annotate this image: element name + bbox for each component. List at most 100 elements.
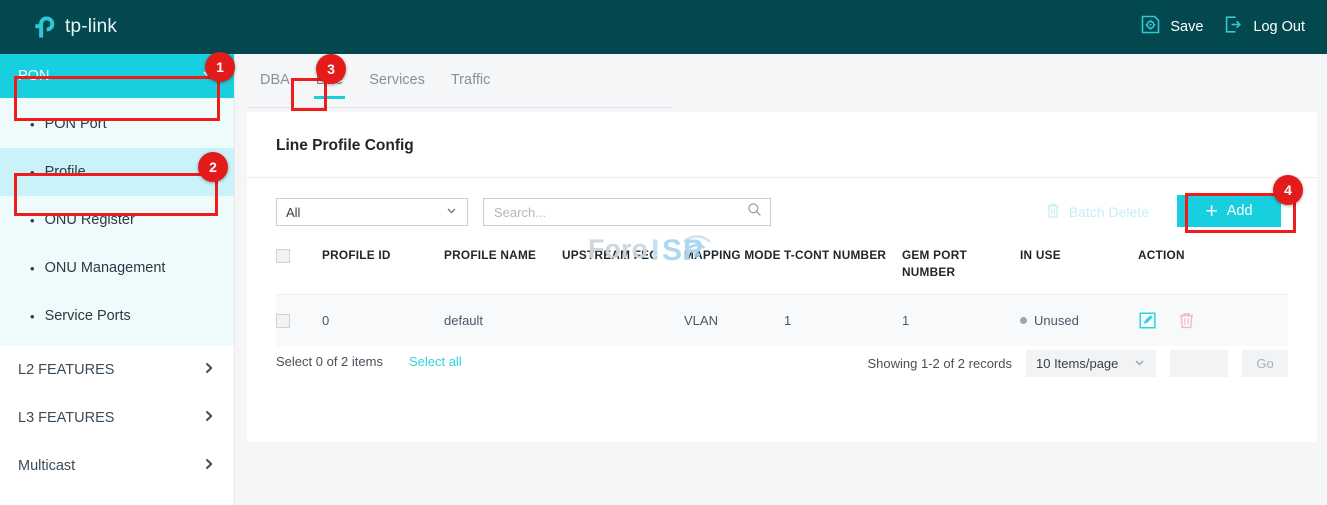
go-button[interactable]: Go — [1242, 350, 1288, 377]
filter-select[interactable]: All — [276, 198, 468, 226]
sidebar-group-label: L3 FEATURES — [18, 410, 114, 426]
page-size-select[interactable]: 10 Items/page — [1026, 350, 1156, 377]
sidebar-item-label: Profile — [45, 164, 86, 180]
save-button[interactable]: Save — [1140, 14, 1203, 40]
sidebar-item-label: Service Ports — [45, 308, 131, 324]
table-footer-right: Showing 1-2 of 2 records 10 Items/page G… — [867, 350, 1288, 377]
row-select-cell — [276, 295, 322, 347]
column-mapping-mode: MAPPING MODE — [684, 247, 784, 295]
sidebar-item-label: PON Port — [45, 116, 107, 132]
bullet-icon: • — [30, 310, 35, 323]
search-icon[interactable] — [747, 202, 762, 222]
column-upstream-fec: UPSTREAM FEC — [562, 247, 684, 295]
chevron-right-icon — [202, 361, 216, 379]
sidebar-sub-items: • PON Port • Profile • ONU Register • ON… — [0, 98, 234, 346]
annotation-badge-1: 1 — [205, 52, 235, 82]
column-profile-id: PROFILE ID — [322, 247, 444, 295]
sidebar-item-label: ONU Register — [45, 212, 135, 228]
cell-in-use: Unused — [1020, 295, 1138, 347]
table-header: PROFILE ID PROFILE NAME UPSTREAM FEC MAP… — [276, 247, 1288, 295]
status-dot-icon — [1020, 317, 1027, 324]
line-profile-table: PROFILE ID PROFILE NAME UPSTREAM FEC MAP… — [276, 247, 1288, 346]
filter-select-value: All — [286, 205, 300, 220]
logout-label: Log Out — [1253, 19, 1305, 35]
search-field[interactable] — [483, 198, 771, 226]
select-all-header — [276, 247, 322, 295]
tplink-logo-icon — [32, 14, 58, 40]
edit-icon[interactable] — [1138, 311, 1157, 330]
bullet-icon: • — [30, 166, 35, 179]
table-row[interactable]: 0 default VLAN 1 1 Unused — [276, 295, 1288, 347]
cell-mapping-mode: VLAN — [684, 295, 784, 347]
tabs-underline-rule — [247, 107, 672, 108]
sidebar-group-label: L2 FEATURES — [18, 362, 114, 378]
tab-list: DBA Line Services Traffic — [247, 72, 503, 99]
select-all-link[interactable]: Select all — [409, 354, 462, 369]
search-input[interactable] — [494, 205, 729, 220]
save-disk-gear-icon — [1140, 14, 1161, 40]
plus-icon: + — [1205, 201, 1217, 222]
table-body: 0 default VLAN 1 1 Unused — [276, 295, 1288, 347]
chevron-down-icon — [445, 204, 458, 220]
row-checkbox[interactable] — [276, 314, 290, 328]
cell-gem-port-number: 1 — [902, 295, 1020, 347]
table-header-row: PROFILE ID PROFILE NAME UPSTREAM FEC MAP… — [276, 247, 1288, 295]
annotation-badge-2: 2 — [198, 152, 228, 182]
logout-button[interactable]: Log Out — [1223, 14, 1305, 40]
column-gem-port-number: GEM PORT NUMBER — [902, 247, 1020, 295]
add-button[interactable]: + Add — [1177, 195, 1281, 227]
line-profile-card: Line Profile Config All — [247, 112, 1317, 442]
save-label: Save — [1170, 19, 1203, 35]
tab-services[interactable]: Services — [356, 72, 438, 99]
sidebar-group-multicast[interactable]: Multicast — [0, 442, 234, 490]
page-size-value: 10 Items/page — [1036, 356, 1118, 371]
batch-delete-button[interactable]: Batch Delete — [1045, 202, 1149, 222]
sidebar-group-label: Multicast — [18, 458, 75, 474]
trash-icon — [1045, 202, 1061, 222]
select-count-label: Select 0 of 2 items — [276, 354, 383, 369]
column-in-use: IN USE — [1020, 247, 1138, 295]
cell-profile-id: 0 — [322, 295, 444, 347]
chevron-right-icon — [202, 409, 216, 427]
chevron-right-icon — [202, 457, 216, 475]
sidebar-pon-group[interactable]: PON — [0, 54, 234, 98]
select-all-checkbox[interactable] — [276, 249, 290, 263]
column-profile-name: PROFILE NAME — [444, 247, 562, 295]
table-footer-left: Select 0 of 2 items Select all — [276, 354, 462, 369]
brand-logo[interactable]: tp-link — [32, 14, 117, 40]
tabs-bar: DBA Line Services Traffic — [235, 54, 1327, 110]
batch-delete-label: Batch Delete — [1069, 204, 1149, 220]
card-divider — [247, 177, 1317, 178]
cell-profile-name: default — [444, 295, 562, 347]
showing-records-label: Showing 1-2 of 2 records — [867, 356, 1012, 371]
page-number-input[interactable] — [1170, 350, 1228, 377]
annotation-badge-3: 3 — [316, 54, 346, 84]
logout-arrow-icon — [1223, 14, 1244, 40]
page-title: Line Profile Config — [276, 137, 414, 155]
add-label: Add — [1227, 203, 1253, 219]
bullet-icon: • — [30, 214, 35, 227]
top-header-bar: tp-link Save — [0, 0, 1327, 54]
sidebar-group-l3-features[interactable]: L3 FEATURES — [0, 394, 234, 442]
annotation-badge-4: 4 — [1273, 175, 1303, 205]
sidebar-item-service-ports[interactable]: • Service Ports — [0, 292, 234, 340]
column-tcont-number: T-CONT NUMBER — [784, 247, 902, 295]
tab-dba[interactable]: DBA — [247, 72, 303, 99]
sidebar-pon-label: PON — [18, 68, 49, 84]
cell-tcont-number: 1 — [784, 295, 902, 347]
sidebar-group-l2-features[interactable]: L2 FEATURES — [0, 346, 234, 394]
sidebar-item-onu-register[interactable]: • ONU Register — [0, 196, 234, 244]
table-toolbar: All — [276, 198, 771, 226]
chevron-down-icon — [1133, 356, 1146, 372]
delete-icon[interactable] — [1177, 311, 1196, 330]
tab-traffic[interactable]: Traffic — [438, 72, 503, 99]
status-badge: Unused — [1034, 313, 1079, 328]
bullet-icon: • — [30, 118, 35, 131]
header-actions: Save Log Out — [1140, 0, 1305, 54]
sidebar-navigation: PON • PON Port • Profile • ONU Register … — [0, 54, 235, 505]
column-action: ACTION — [1138, 247, 1288, 295]
bullet-icon: • — [30, 262, 35, 275]
sidebar-item-onu-management[interactable]: • ONU Management — [0, 244, 234, 292]
cell-upstream-fec — [562, 295, 684, 347]
sidebar-item-pon-port[interactable]: • PON Port — [0, 100, 234, 148]
